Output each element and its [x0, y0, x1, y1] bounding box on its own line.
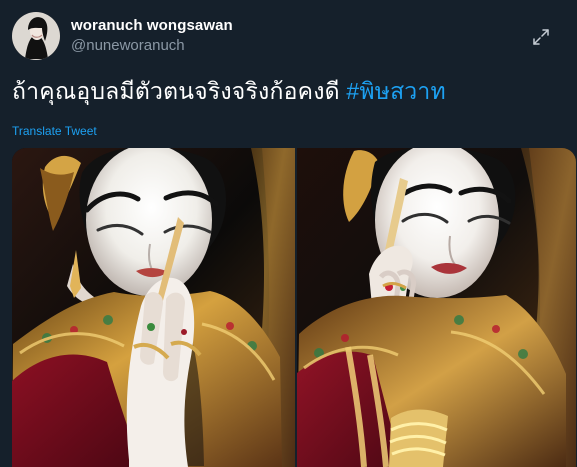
- handle[interactable]: @nuneworanuch: [71, 36, 371, 56]
- photo-thai-dancer-praying[interactable]: [12, 148, 295, 467]
- expand-icon[interactable]: [532, 28, 550, 46]
- display-name[interactable]: woranuch wongsawan: [71, 16, 371, 36]
- avatar-portrait-icon: [12, 12, 60, 60]
- user-block: woranuch wongsawan @nuneworanuch: [71, 16, 371, 56]
- media-grid: [12, 148, 576, 467]
- thai-dancer-makeup-image: [297, 148, 576, 467]
- expand-arrows-icon: [533, 29, 549, 45]
- tweet-header: woranuch wongsawan @nuneworanuch: [12, 12, 552, 62]
- avatar[interactable]: [12, 12, 60, 60]
- hashtag-link[interactable]: #พิษสวาท: [346, 78, 446, 104]
- translate-tweet-link[interactable]: Translate Tweet: [12, 123, 97, 139]
- tweet-body-text: ถ้าคุณอุบลมีตัวตนจริงจริงก้อคงดี: [12, 78, 347, 104]
- photo-thai-dancer-makeup[interactable]: [297, 148, 576, 467]
- tweet-card: woranuch wongsawan @nuneworanuch ถ้าคุณอ…: [0, 0, 577, 467]
- tweet-text: ถ้าคุณอุบลมีตัวตนจริงจริงก้อคงดี #พิษสวา…: [12, 76, 564, 106]
- thai-dancer-praying-image: [12, 148, 295, 467]
